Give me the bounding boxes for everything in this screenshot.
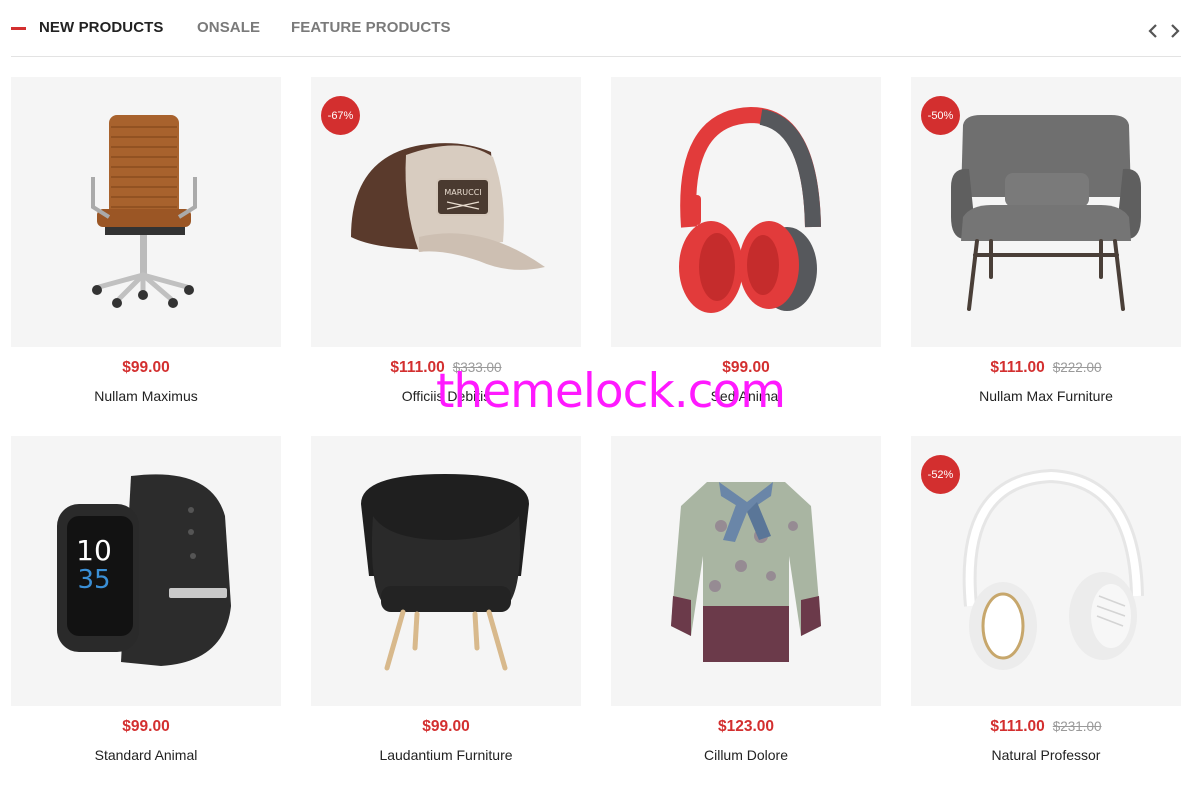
product-price: $111.00 bbox=[990, 359, 1045, 376]
price-row: $111.00 $222.00 bbox=[911, 359, 1181, 377]
product-image[interactable]: -52% bbox=[911, 436, 1181, 706]
product-name[interactable]: Standard Animal bbox=[11, 747, 281, 763]
product-image[interactable] bbox=[611, 436, 881, 706]
armchair-image bbox=[361, 474, 529, 671]
product-name[interactable]: Natural Professor bbox=[911, 747, 1181, 763]
tab-feature-products[interactable]: FEATURE PRODUCTS bbox=[291, 19, 451, 36]
product-name[interactable]: Nullam Maximus bbox=[11, 388, 281, 404]
price-row: $111.00 $231.00 bbox=[911, 718, 1181, 736]
smartwatch-image: 10 35 bbox=[57, 474, 231, 666]
price-row: $111.00 $333.00 bbox=[311, 359, 581, 377]
price-row: $99.00 bbox=[611, 359, 881, 377]
tab-onsale[interactable]: ONSALE bbox=[197, 19, 260, 36]
product-tabs-bar: NEW PRODUCTS ONSALE FEATURE PRODUCTS bbox=[11, 0, 1181, 57]
cap-patch-text: MARUCCI bbox=[444, 188, 481, 197]
chevron-left-icon[interactable] bbox=[1147, 20, 1159, 42]
product-name[interactable]: Nullam Max Furniture bbox=[911, 388, 1181, 404]
product-name[interactable]: Laudantium Furniture bbox=[311, 747, 581, 763]
price-row: $123.00 bbox=[611, 718, 881, 736]
product-image[interactable] bbox=[11, 77, 281, 347]
watch-hour-text: 10 bbox=[76, 534, 112, 567]
old-price: $333.00 bbox=[452, 360, 502, 375]
product-image[interactable]: 10 35 bbox=[11, 436, 281, 706]
old-price: $222.00 bbox=[1052, 360, 1102, 375]
office-chair-image bbox=[91, 115, 197, 308]
product-name[interactable]: Officiis Debitis bbox=[311, 388, 581, 404]
product-image[interactable]: MARUCCI -67% bbox=[311, 77, 581, 347]
old-price: $231.00 bbox=[1052, 719, 1102, 734]
product-price: $99.00 bbox=[122, 718, 170, 735]
product-price: $123.00 bbox=[717, 718, 775, 735]
carousel-nav bbox=[1147, 20, 1181, 42]
red-headphones-image bbox=[679, 106, 821, 313]
discount-badge: -50% bbox=[921, 96, 960, 135]
price-row: $99.00 bbox=[11, 718, 281, 736]
price-row: $99.00 bbox=[311, 718, 581, 736]
product-image[interactable]: -50% bbox=[911, 77, 1181, 347]
price-row: $99.00 bbox=[11, 359, 281, 377]
watch-minute-text: 35 bbox=[77, 565, 110, 595]
floral-blouse-image bbox=[671, 482, 821, 662]
tab-new-products[interactable]: NEW PRODUCTS bbox=[39, 19, 164, 36]
product-price: $111.00 bbox=[390, 359, 445, 376]
product-image[interactable] bbox=[311, 436, 581, 706]
discount-badge: -52% bbox=[921, 455, 960, 494]
active-tab-marker bbox=[11, 27, 26, 30]
discount-badge: -67% bbox=[321, 96, 360, 135]
product-name[interactable]: Sed Animal bbox=[611, 388, 881, 404]
product-price: $111.00 bbox=[990, 718, 1045, 735]
product-price: $99.00 bbox=[722, 359, 770, 376]
product-name[interactable]: Cillum Dolore bbox=[611, 747, 881, 763]
product-price: $99.00 bbox=[422, 718, 470, 735]
product-price: $99.00 bbox=[122, 359, 170, 376]
product-image[interactable] bbox=[611, 77, 881, 347]
chevron-right-icon[interactable] bbox=[1169, 20, 1181, 42]
